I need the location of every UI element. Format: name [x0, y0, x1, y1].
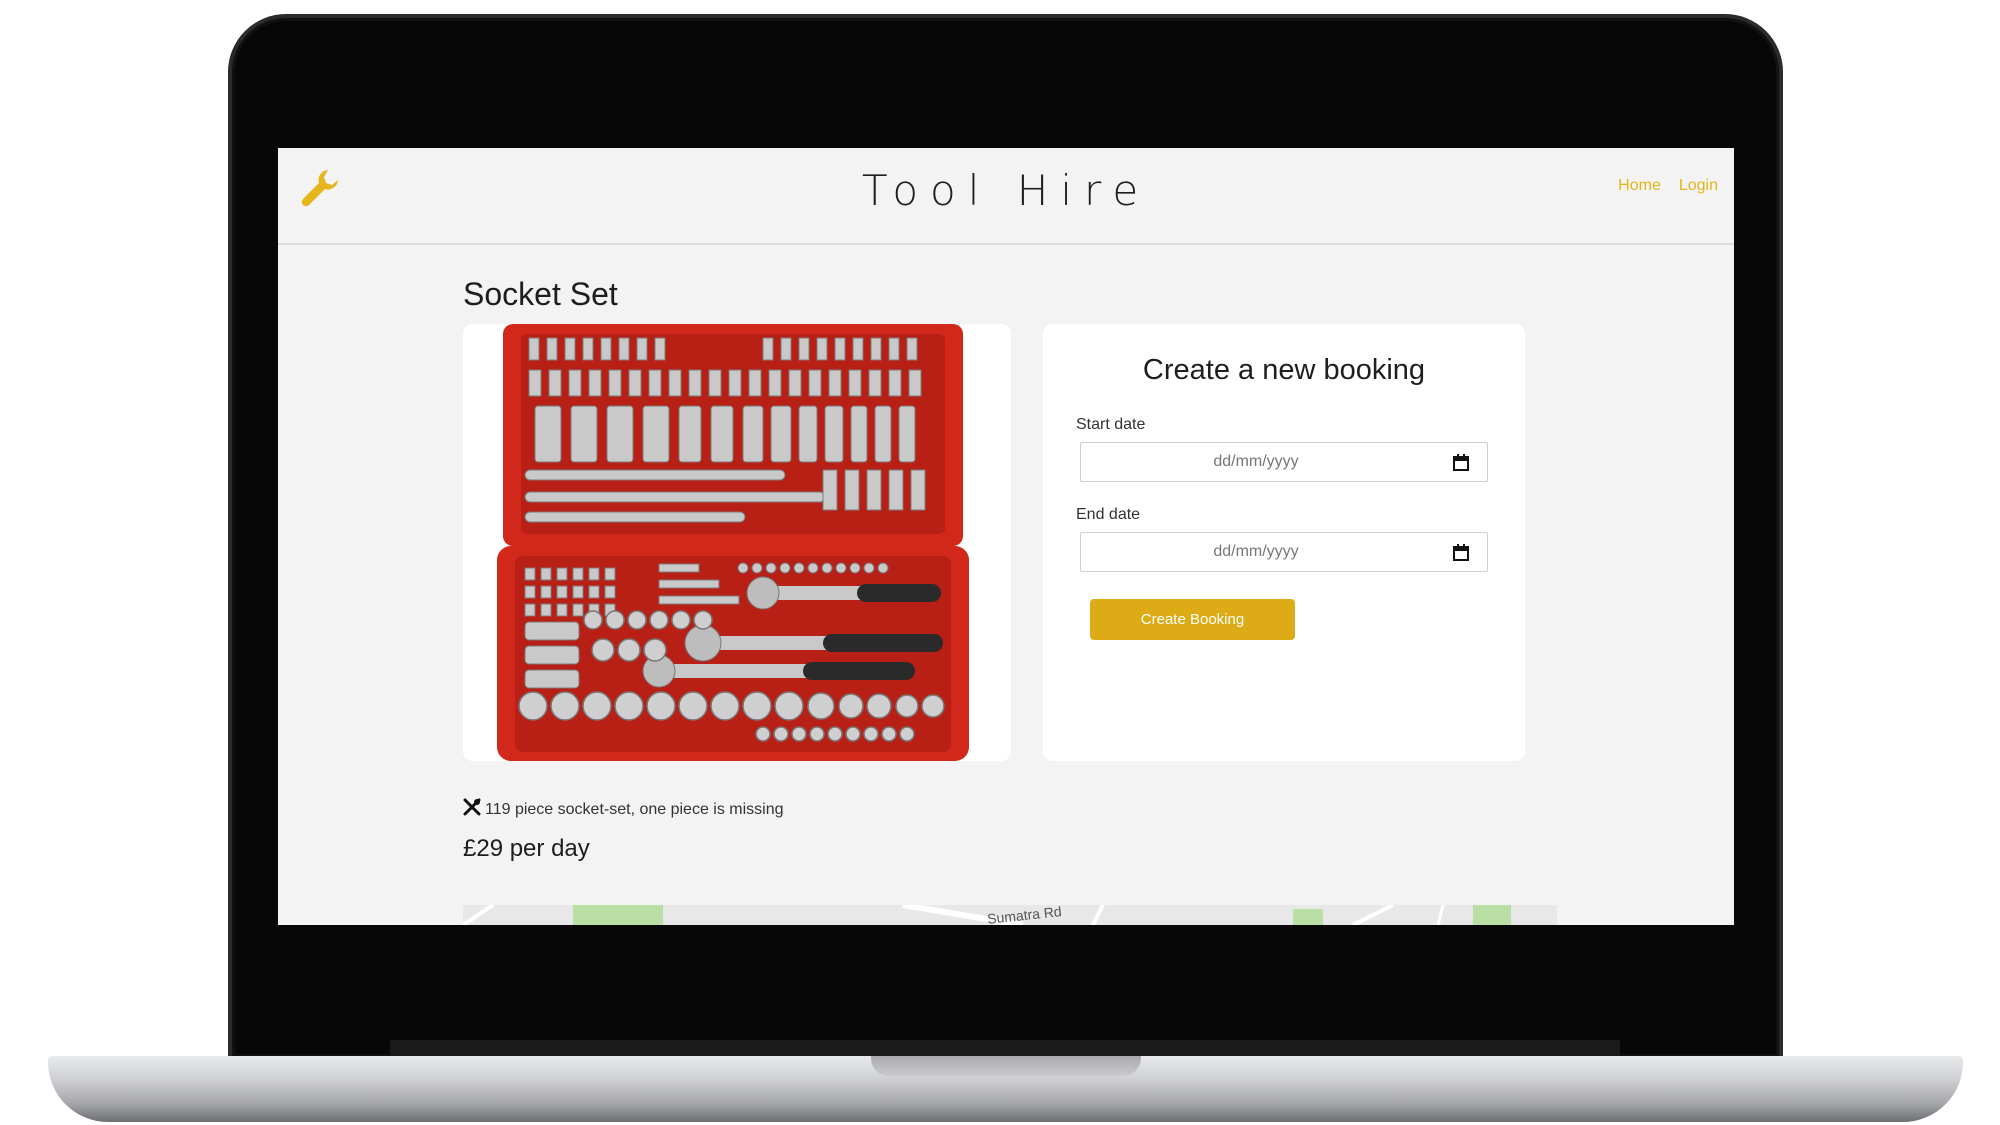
create-booking-button[interactable]: Create Booking: [1090, 599, 1295, 640]
tools-icon: [463, 798, 481, 821]
end-date-placeholder: dd/mm/yyyy: [1213, 543, 1299, 560]
end-date-label: End date: [1076, 506, 1141, 523]
tool-description: 119 piece socket-set, one piece is missi…: [463, 798, 784, 821]
tool-name: Socket Set: [463, 276, 618, 312]
start-date-input[interactable]: dd/mm/yyyy: [1080, 442, 1488, 482]
location-map[interactable]: Sumatra Rd: [463, 905, 1557, 925]
calendar-icon[interactable]: [1453, 454, 1469, 471]
booking-card: Create a new booking Start date dd/mm/yy…: [1043, 324, 1525, 761]
tool-description-text: 119 piece socket-set, one piece is missi…: [485, 800, 784, 818]
nav-links: Home Login: [1618, 177, 1718, 195]
calendar-icon[interactable]: [1453, 544, 1469, 561]
nav-link-login[interactable]: Login: [1679, 177, 1718, 195]
nav-link-home[interactable]: Home: [1618, 177, 1661, 195]
tool-price: £29 per day: [463, 835, 590, 862]
laptop-hinge: [390, 1040, 1620, 1056]
tool-image-card: [463, 324, 1011, 761]
end-date-input[interactable]: dd/mm/yyyy: [1080, 532, 1488, 572]
start-date-label: Start date: [1076, 416, 1146, 433]
start-date-placeholder: dd/mm/yyyy: [1213, 453, 1299, 470]
browser-viewport: Tool Hire Home Login Socket Set Create a…: [278, 148, 1734, 925]
navbar: Tool Hire Home Login: [278, 148, 1734, 245]
laptop-notch: [871, 1056, 1141, 1076]
socket-set-image: [463, 324, 1011, 761]
site-title[interactable]: Tool Hire: [278, 166, 1734, 215]
booking-title: Create a new booking: [1142, 354, 1426, 386]
